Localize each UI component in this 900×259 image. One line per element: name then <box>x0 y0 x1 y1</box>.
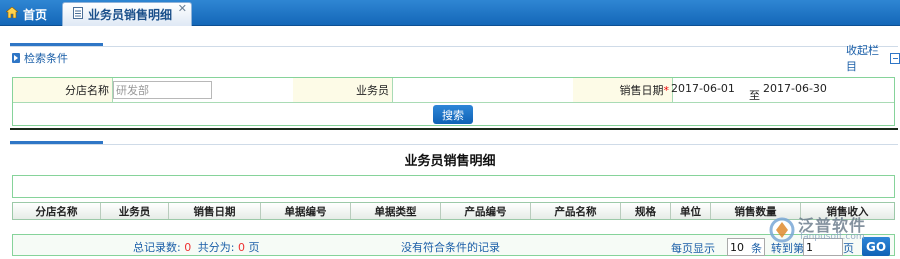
pager-bar: 总记录数: 0 共分为: 0 页 没有符合条件的记录 每页显示 10 条 转到第… <box>12 234 895 256</box>
col-header[interactable]: 规格 <box>621 203 671 219</box>
salesman-label-cell: 业务员 <box>293 78 393 102</box>
divider <box>10 46 898 47</box>
total-label: 总记录数: <box>133 241 181 254</box>
col-header[interactable]: 产品名称 <box>531 203 621 219</box>
pages-unit: 页 <box>248 241 260 254</box>
search-section-title[interactable]: 检索条件 <box>12 51 68 65</box>
col-header[interactable]: 销售日期 <box>169 203 261 219</box>
per-page-label: 每页显示 <box>671 242 715 255</box>
brand-watermark: 泛普软件 fanpusoft.com <box>768 210 898 250</box>
search-form: 分店名称 研发部 业务员 销售日期 * 2017-06-01 至 2017-06-… <box>12 77 895 126</box>
salesman-input[interactable] <box>389 78 574 102</box>
tab-bar: 首页 业务员销售明细 ✕ <box>0 0 900 26</box>
close-icon[interactable]: ✕ <box>178 3 187 15</box>
branch-label: 分店名称 <box>65 84 109 97</box>
no-records-message: 没有符合条件的记录 <box>401 241 500 254</box>
date-range-cell: 2017-06-01 至 2017-06-30 <box>669 78 895 102</box>
col-header[interactable]: 单据编号 <box>261 203 351 219</box>
col-header[interactable]: 单位 <box>671 203 711 219</box>
collapse-label: 收起栏目 <box>846 44 879 73</box>
pages-value: 0 <box>237 241 245 254</box>
date-to-label: 至 <box>749 89 760 102</box>
col-header[interactable]: 产品编号 <box>441 203 531 219</box>
divider <box>10 144 898 145</box>
date-to-input[interactable]: 2017-06-30 <box>763 82 827 95</box>
search-section-label: 检索条件 <box>24 52 68 65</box>
results-toolbar <box>12 175 895 198</box>
pages-label: 共分为: <box>197 241 235 254</box>
date-from-input[interactable]: 2017-06-01 <box>671 82 735 95</box>
branch-input[interactable]: 研发部 <box>113 81 212 99</box>
form-action-row: 搜索 <box>13 102 894 127</box>
col-header[interactable]: 分店名称 <box>13 203 101 219</box>
results-table-header: 分店名称 业务员 销售日期 单据编号 单据类型 产品编号 产品名称 规格 单位 … <box>12 202 895 220</box>
tab-sales-detail[interactable]: 业务员销售明细 ✕ <box>62 2 192 26</box>
brand-site: fanpusoft.com <box>800 232 865 242</box>
branch-label-cell: 分店名称 <box>13 78 113 102</box>
col-header[interactable]: 单据类型 <box>351 203 441 219</box>
expand-arrow-icon <box>12 53 20 63</box>
total-records: 总记录数: 0 共分为: 0 页 <box>133 239 259 255</box>
tab-home-label: 首页 <box>23 7 48 22</box>
results-title: 业务员销售明细 <box>404 154 496 169</box>
branch-field-cell: 研发部 <box>109 78 294 102</box>
date-label-cell: 销售日期 * <box>573 78 673 102</box>
tab-home[interactable]: 首页 <box>0 2 60 26</box>
collapse-toggle[interactable]: 收起栏目 <box>846 44 900 73</box>
tab-sales-detail-label: 业务员销售明细 <box>88 8 173 22</box>
date-label: 销售日期 <box>619 84 664 97</box>
col-header[interactable]: 业务员 <box>101 203 169 219</box>
per-page-unit: 条 <box>751 242 762 255</box>
home-icon <box>5 6 19 21</box>
search-button[interactable]: 搜索 <box>433 105 473 124</box>
divider-rule <box>10 128 898 130</box>
salesman-label: 业务员 <box>356 84 389 97</box>
collapse-icon <box>889 52 900 64</box>
total-value: 0 <box>184 241 192 254</box>
document-icon <box>73 7 83 22</box>
